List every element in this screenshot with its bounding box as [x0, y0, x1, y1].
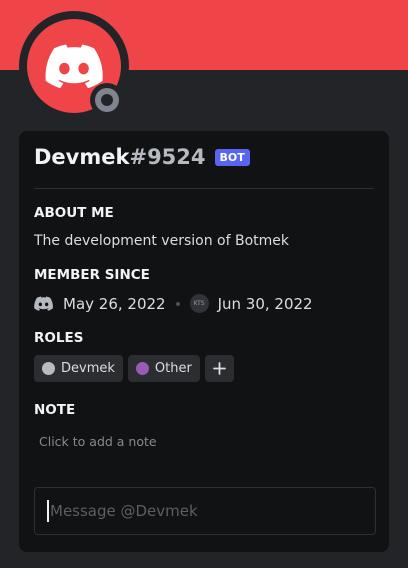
roles-list: Devmek Other	[34, 355, 234, 382]
message-input[interactable]: Message @Devmek	[34, 487, 376, 535]
about-me-heading: ABOUT ME	[34, 205, 114, 221]
role-pill-other[interactable]: Other	[127, 355, 200, 382]
server-icon[interactable]: KTS	[189, 294, 209, 313]
discord-logo-icon	[45, 44, 103, 88]
status-indicator	[90, 83, 124, 117]
text-cursor	[47, 500, 49, 522]
discord-icon	[34, 296, 53, 311]
about-me-text: The development version of Botmek	[34, 233, 289, 249]
server-join-date: Jun 30, 2022	[217, 294, 313, 313]
bot-badge: BOT	[214, 148, 250, 166]
role-color-dot	[135, 362, 149, 375]
roles-heading: ROLES	[34, 330, 84, 346]
note-heading: NOTE	[34, 402, 76, 418]
name-row: Devmek #9524 BOT	[34, 145, 250, 169]
username[interactable]: Devmek	[34, 145, 129, 169]
divider	[34, 188, 374, 189]
discriminator[interactable]: #9524	[129, 145, 205, 169]
role-name: Other	[154, 361, 192, 376]
role-color-dot	[42, 362, 55, 375]
add-role-button[interactable]	[204, 355, 234, 382]
message-placeholder: Message @Devmek	[50, 502, 198, 520]
plus-icon	[212, 362, 226, 375]
avatar-container[interactable]	[19, 11, 129, 121]
profile-card: Devmek #9524 BOT ABOUT ME The developmen…	[19, 131, 389, 552]
discord-join-date: May 26, 2022	[63, 294, 166, 313]
member-since-heading: MEMBER SINCE	[34, 267, 150, 283]
offline-status-icon	[95, 88, 119, 112]
note-input[interactable]: Click to add a note	[39, 434, 157, 449]
role-pill-devmek[interactable]: Devmek	[34, 355, 123, 382]
separator-dot	[175, 301, 180, 306]
role-name: Devmek	[61, 361, 115, 376]
member-since-row: May 26, 2022 KTS Jun 30, 2022	[34, 294, 313, 313]
